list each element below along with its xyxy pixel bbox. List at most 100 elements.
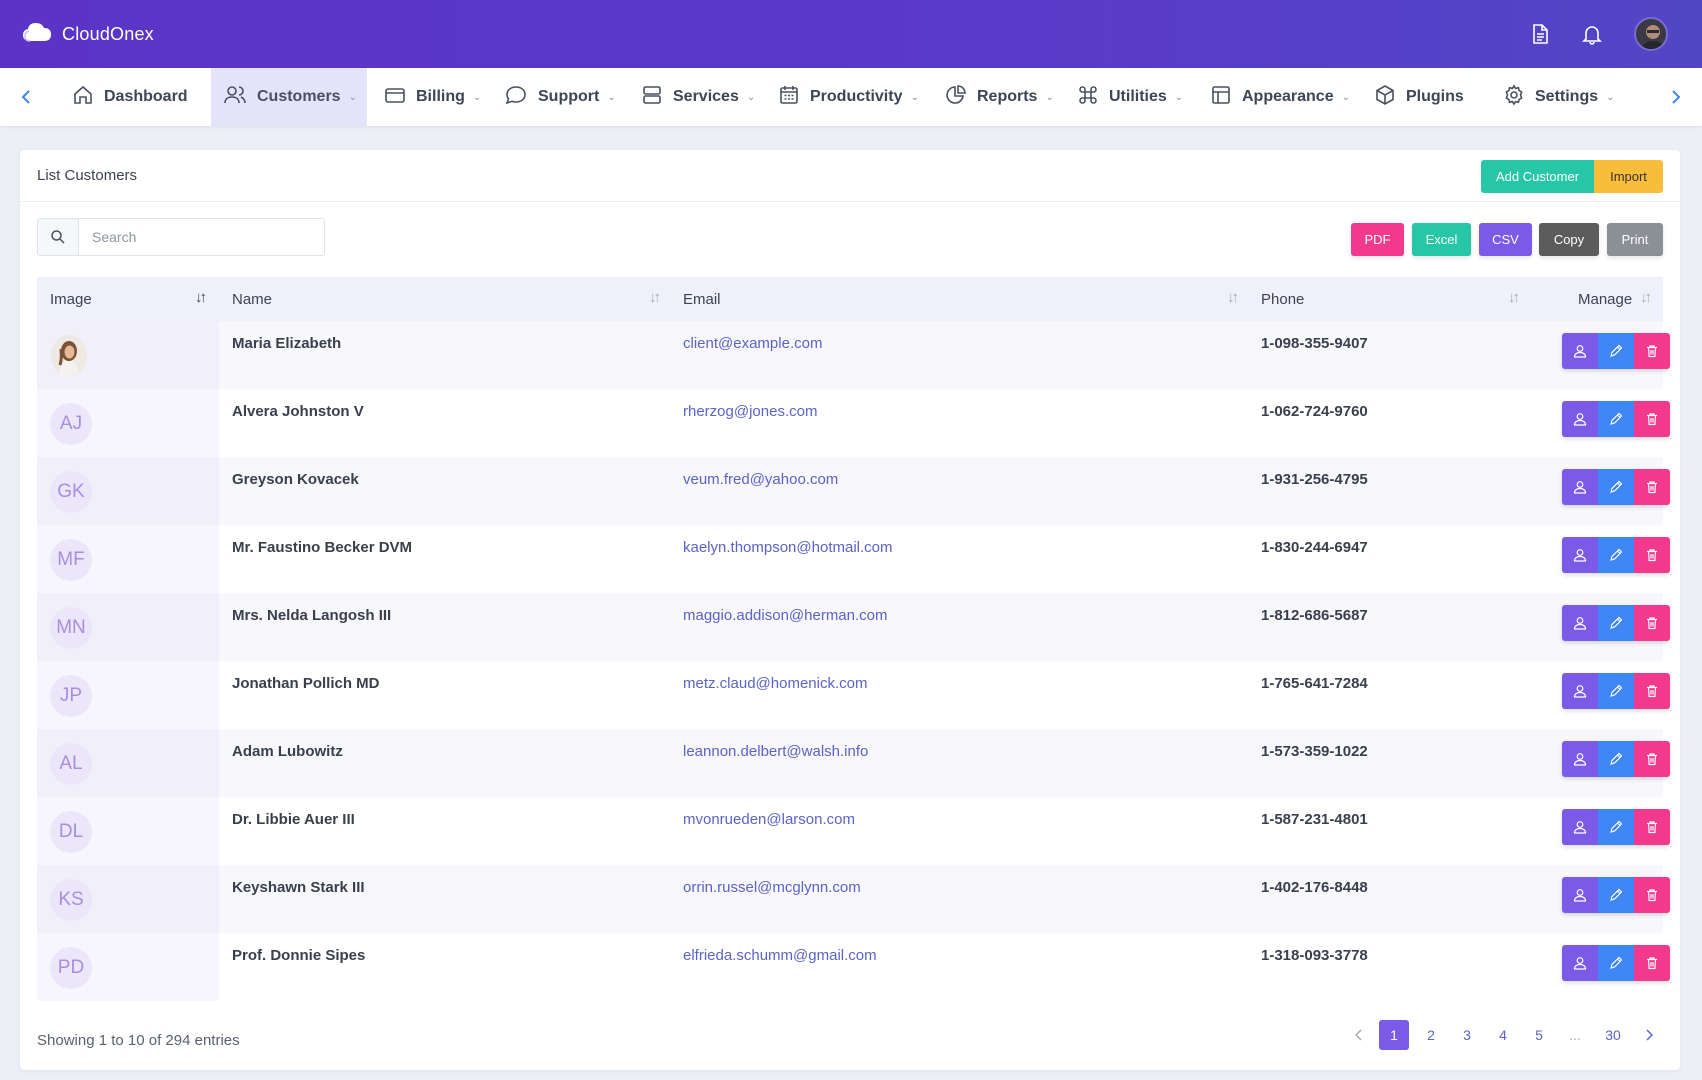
initials-avatar[interactable]: KS: [50, 879, 92, 921]
customer-email[interactable]: maggio.addison@herman.com: [683, 607, 888, 624]
customer-email[interactable]: leannon.delbert@walsh.info: [683, 743, 868, 760]
initials-avatar[interactable]: GK: [50, 471, 92, 513]
nav-billing[interactable]: Billing ⌄: [372, 68, 493, 126]
column-header-phone[interactable]: Phone: [1261, 277, 1304, 321]
view-profile-button[interactable]: [1562, 401, 1598, 437]
customer-name[interactable]: Jonathan Pollich MD: [232, 675, 380, 692]
csv-button[interactable]: CSV: [1479, 223, 1532, 256]
initials-avatar[interactable]: AL: [50, 743, 92, 785]
edit-button[interactable]: [1598, 877, 1634, 913]
page-button-5[interactable]: 5: [1526, 1020, 1552, 1050]
customer-email[interactable]: kaelyn.thompson@hotmail.com: [683, 539, 893, 556]
page-button-3[interactable]: 3: [1454, 1020, 1480, 1050]
column-header-email[interactable]: Email: [683, 277, 721, 321]
brand[interactable]: CloudOnex: [22, 20, 154, 48]
delete-button[interactable]: [1634, 333, 1670, 369]
customer-name[interactable]: Alvera Johnston V: [232, 403, 364, 420]
page-button-1[interactable]: 1: [1379, 1020, 1409, 1050]
add-customer-button[interactable]: Add Customer: [1481, 160, 1594, 193]
view-profile-button[interactable]: [1562, 605, 1598, 641]
view-profile-button[interactable]: [1562, 809, 1598, 845]
document-icon[interactable]: [1526, 20, 1554, 48]
edit-button[interactable]: [1598, 469, 1634, 505]
customer-email[interactable]: client@example.com: [683, 335, 822, 352]
nav-scroll-left-icon[interactable]: [6, 68, 46, 126]
delete-button[interactable]: [1634, 469, 1670, 505]
edit-button[interactable]: [1598, 741, 1634, 777]
customer-email[interactable]: metz.claud@homenick.com: [683, 675, 867, 692]
delete-button[interactable]: [1634, 741, 1670, 777]
initials-avatar[interactable]: DL: [50, 811, 92, 853]
nav-reports[interactable]: Reports ⌄: [933, 68, 1066, 126]
view-profile-button[interactable]: [1562, 877, 1598, 913]
customer-email[interactable]: elfrieda.schumm@gmail.com: [683, 947, 877, 964]
nav-appearance[interactable]: Appearance ⌄: [1198, 68, 1362, 126]
nav-utilities[interactable]: Utilities ⌄: [1065, 68, 1195, 126]
view-profile-button[interactable]: [1562, 333, 1598, 369]
initials-avatar[interactable]: PD: [50, 947, 92, 989]
nav-support[interactable]: Support ⌄: [492, 68, 628, 126]
view-profile-button[interactable]: [1562, 469, 1598, 505]
nav-scroll-right-icon[interactable]: [1656, 68, 1696, 126]
print-button[interactable]: Print: [1607, 223, 1663, 256]
customer-email[interactable]: rherzog@jones.com: [683, 403, 817, 420]
page-button-4[interactable]: 4: [1490, 1020, 1516, 1050]
edit-button[interactable]: [1598, 401, 1634, 437]
delete-button[interactable]: [1634, 537, 1670, 573]
column-header-name[interactable]: Name: [232, 277, 272, 321]
customer-email[interactable]: mvonrueden@larson.com: [683, 811, 855, 828]
sort-icon[interactable]: ↓↑: [1508, 289, 1520, 306]
customer-email[interactable]: orrin.russel@mcglynn.com: [683, 879, 861, 896]
customer-name[interactable]: Mrs. Nelda Langosh III: [232, 607, 391, 624]
bell-icon[interactable]: [1578, 20, 1606, 48]
delete-button[interactable]: [1634, 605, 1670, 641]
copy-button[interactable]: Copy: [1539, 223, 1599, 256]
edit-button[interactable]: [1598, 945, 1634, 981]
page-button-2[interactable]: 2: [1418, 1020, 1444, 1050]
sort-icon[interactable]: ↓↑: [1227, 289, 1239, 306]
customer-name[interactable]: Prof. Donnie Sipes: [232, 947, 365, 964]
customer-name[interactable]: Adam Lubowitz: [232, 743, 343, 760]
nav-productivity[interactable]: Productivity ⌄: [766, 68, 931, 126]
view-profile-button[interactable]: [1562, 945, 1598, 981]
sort-icon[interactable]: ↓↑: [1640, 289, 1652, 306]
customer-name[interactable]: Maria Elizabeth: [232, 335, 341, 352]
initials-avatar[interactable]: AJ: [50, 403, 92, 445]
page-button-30[interactable]: 30: [1596, 1020, 1630, 1050]
import-button[interactable]: Import: [1594, 160, 1663, 193]
customer-name[interactable]: Mr. Faustino Becker DVM: [232, 539, 412, 556]
edit-button[interactable]: [1598, 673, 1634, 709]
nav-customers[interactable]: Customers ⌄: [211, 68, 367, 126]
next-page-icon[interactable]: [1638, 1020, 1660, 1050]
search-input[interactable]: [80, 219, 324, 255]
edit-button[interactable]: [1598, 809, 1634, 845]
view-profile-button[interactable]: [1562, 537, 1598, 573]
pdf-button[interactable]: PDF: [1351, 223, 1404, 256]
nav-dashboard[interactable]: Dashboard: [60, 68, 200, 126]
customer-name[interactable]: Keyshawn Stark III: [232, 879, 365, 896]
customer-email[interactable]: veum.fred@yahoo.com: [683, 471, 838, 488]
initials-avatar[interactable]: MN: [50, 607, 92, 649]
edit-button[interactable]: [1598, 605, 1634, 641]
sort-icon[interactable]: ↓↑: [649, 289, 661, 306]
nav-settings[interactable]: Settings ⌄: [1491, 68, 1627, 126]
edit-button[interactable]: [1598, 537, 1634, 573]
delete-button[interactable]: [1634, 877, 1670, 913]
view-profile-button[interactable]: [1562, 673, 1598, 709]
nav-services[interactable]: Services ⌄: [629, 68, 767, 126]
delete-button[interactable]: [1634, 673, 1670, 709]
nav-plugins[interactable]: Plugins: [1362, 68, 1476, 126]
delete-button[interactable]: [1634, 401, 1670, 437]
initials-avatar[interactable]: MF: [50, 539, 92, 581]
user-avatar[interactable]: [1634, 17, 1668, 51]
initials-avatar[interactable]: JP: [50, 675, 92, 717]
customer-name[interactable]: Dr. Libbie Auer III: [232, 811, 355, 828]
edit-button[interactable]: [1598, 333, 1634, 369]
excel-button[interactable]: Excel: [1412, 223, 1471, 256]
customer-name[interactable]: Greyson Kovacek: [232, 471, 359, 488]
column-header-image[interactable]: Image: [50, 277, 92, 321]
column-header-manage[interactable]: Manage: [1578, 277, 1632, 321]
customer-photo[interactable]: [51, 335, 87, 377]
delete-button[interactable]: [1634, 945, 1670, 981]
delete-button[interactable]: [1634, 809, 1670, 845]
